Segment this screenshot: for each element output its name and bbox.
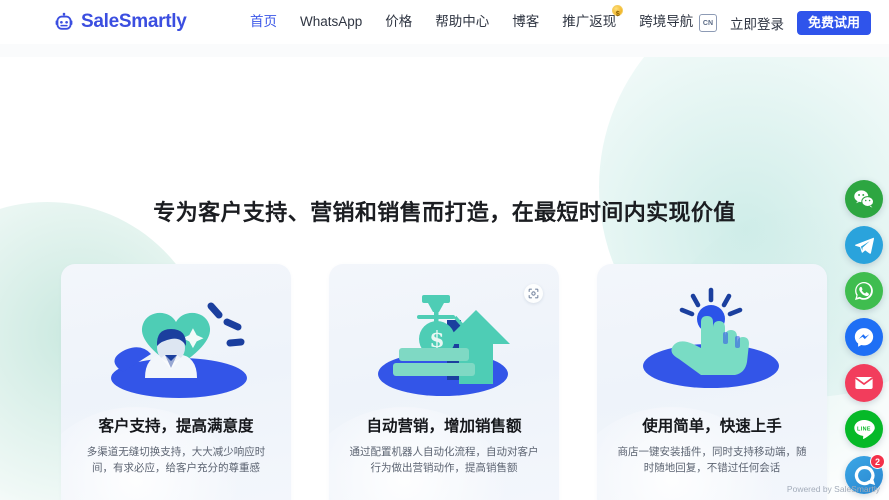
login-link[interactable]: 立即登录 <box>730 13 784 33</box>
hero-section: 专为客户支持、营销和销售而打造，在最短时间内实现价值 客户支持，提高满意度 多渠… <box>0 57 889 500</box>
hand-tap-illustration <box>597 286 827 406</box>
heart-customer-support-illustration <box>61 286 291 406</box>
nav-item-cross-border-nav[interactable]: 跨境导航 <box>639 12 693 32</box>
feature-card-description: 多渠道无缝切换支持，大大减少响应时间，有求必应，给客户充分的尊重感 <box>86 446 266 474</box>
header-actions: CN 立即登录 免费试用 <box>698 11 871 35</box>
logo-text: SaleSmartly <box>81 11 187 32</box>
nav-item-home[interactable]: 首页 <box>250 12 277 32</box>
line-icon: LINE <box>852 417 876 441</box>
robot-head-icon <box>52 10 76 34</box>
social-button-messenger[interactable] <box>845 318 883 356</box>
nav-item-promotion-rebate-label: 推广返现 <box>562 14 617 29</box>
social-button-line[interactable]: LINE <box>845 410 883 448</box>
feature-card-easy-to-use[interactable]: 使用简单，快速上手 商店一键安装插件，同时支持移动端，随时随地回复，不错过任何会… <box>597 264 827 500</box>
feature-cards: 客户支持，提高满意度 多渠道无缝切换支持，大大减少响应时间，有求必应，给客户充分… <box>61 264 827 500</box>
nav-item-promotion-rebate[interactable]: 推广返现 <box>562 5 624 32</box>
email-envelope-icon <box>853 372 875 394</box>
telegram-icon <box>854 235 875 256</box>
whatsapp-icon <box>853 280 875 302</box>
social-button-telegram[interactable] <box>845 226 883 264</box>
main-nav: 首页 WhatsApp 价格 帮助中心 博客 推广返现 跨境导航 <box>250 5 693 32</box>
nav-item-pricing[interactable]: 价格 <box>385 12 412 32</box>
feature-card-description: 通过配置机器人自动化流程，自动对客户行为做出营销动作，提高销售额 <box>349 446 539 474</box>
floating-social-rail: LINE 2 <box>845 180 885 494</box>
language-globe-icon[interactable]: CN <box>698 14 717 32</box>
wechat-icon <box>853 188 875 210</box>
feature-card-title: 客户支持，提高满意度 <box>98 418 254 435</box>
nav-item-blog[interactable]: 博客 <box>512 12 539 32</box>
feature-card-auto-marketing[interactable]: $ 自动营销，增加销售额 通过配置机器人自动化流程，自动对客户行为做出营销动作，… <box>329 264 559 500</box>
nav-item-help-center[interactable]: 帮助中心 <box>435 12 489 32</box>
header-underlay <box>0 44 889 57</box>
feature-card-customer-support[interactable]: 客户支持，提高满意度 多渠道无缝切换支持，大大减少响应时间，有求必应，给客户充分… <box>61 264 291 500</box>
chat-unread-badge: 2 <box>870 454 885 469</box>
focus-scan-icon[interactable] <box>524 284 543 303</box>
feature-card-title: 自动营销，增加销售额 <box>366 418 522 435</box>
social-button-whatsapp[interactable] <box>845 272 883 310</box>
feature-card-title: 使用简单，快速上手 <box>642 418 782 435</box>
nav-item-whatsapp[interactable]: WhatsApp <box>300 12 362 32</box>
free-trial-button[interactable]: 免费试用 <box>796 11 871 35</box>
page-root: SaleSmartly 首页 WhatsApp 价格 帮助中心 博客 推广返现 … <box>0 0 889 500</box>
site-header: SaleSmartly 首页 WhatsApp 价格 帮助中心 博客 推广返现 … <box>0 0 889 44</box>
money-growth-arrow-illustration: $ <box>329 286 559 406</box>
messenger-icon <box>853 326 875 348</box>
page-title: 专为客户支持、营销和销售而打造，在最短时间内实现价值 <box>153 200 736 225</box>
svg-text:LINE: LINE <box>857 426 871 432</box>
logo[interactable]: SaleSmartly <box>52 10 187 34</box>
feature-card-description: 商店一键安装插件，同时支持移动端，随时随地回复，不错过任何会话 <box>617 446 807 474</box>
social-button-email[interactable] <box>845 364 883 402</box>
powered-by-label: Powered by SaleSmartly <box>786 484 880 494</box>
coin-badge-icon <box>612 5 624 25</box>
social-button-wechat[interactable] <box>845 180 883 218</box>
